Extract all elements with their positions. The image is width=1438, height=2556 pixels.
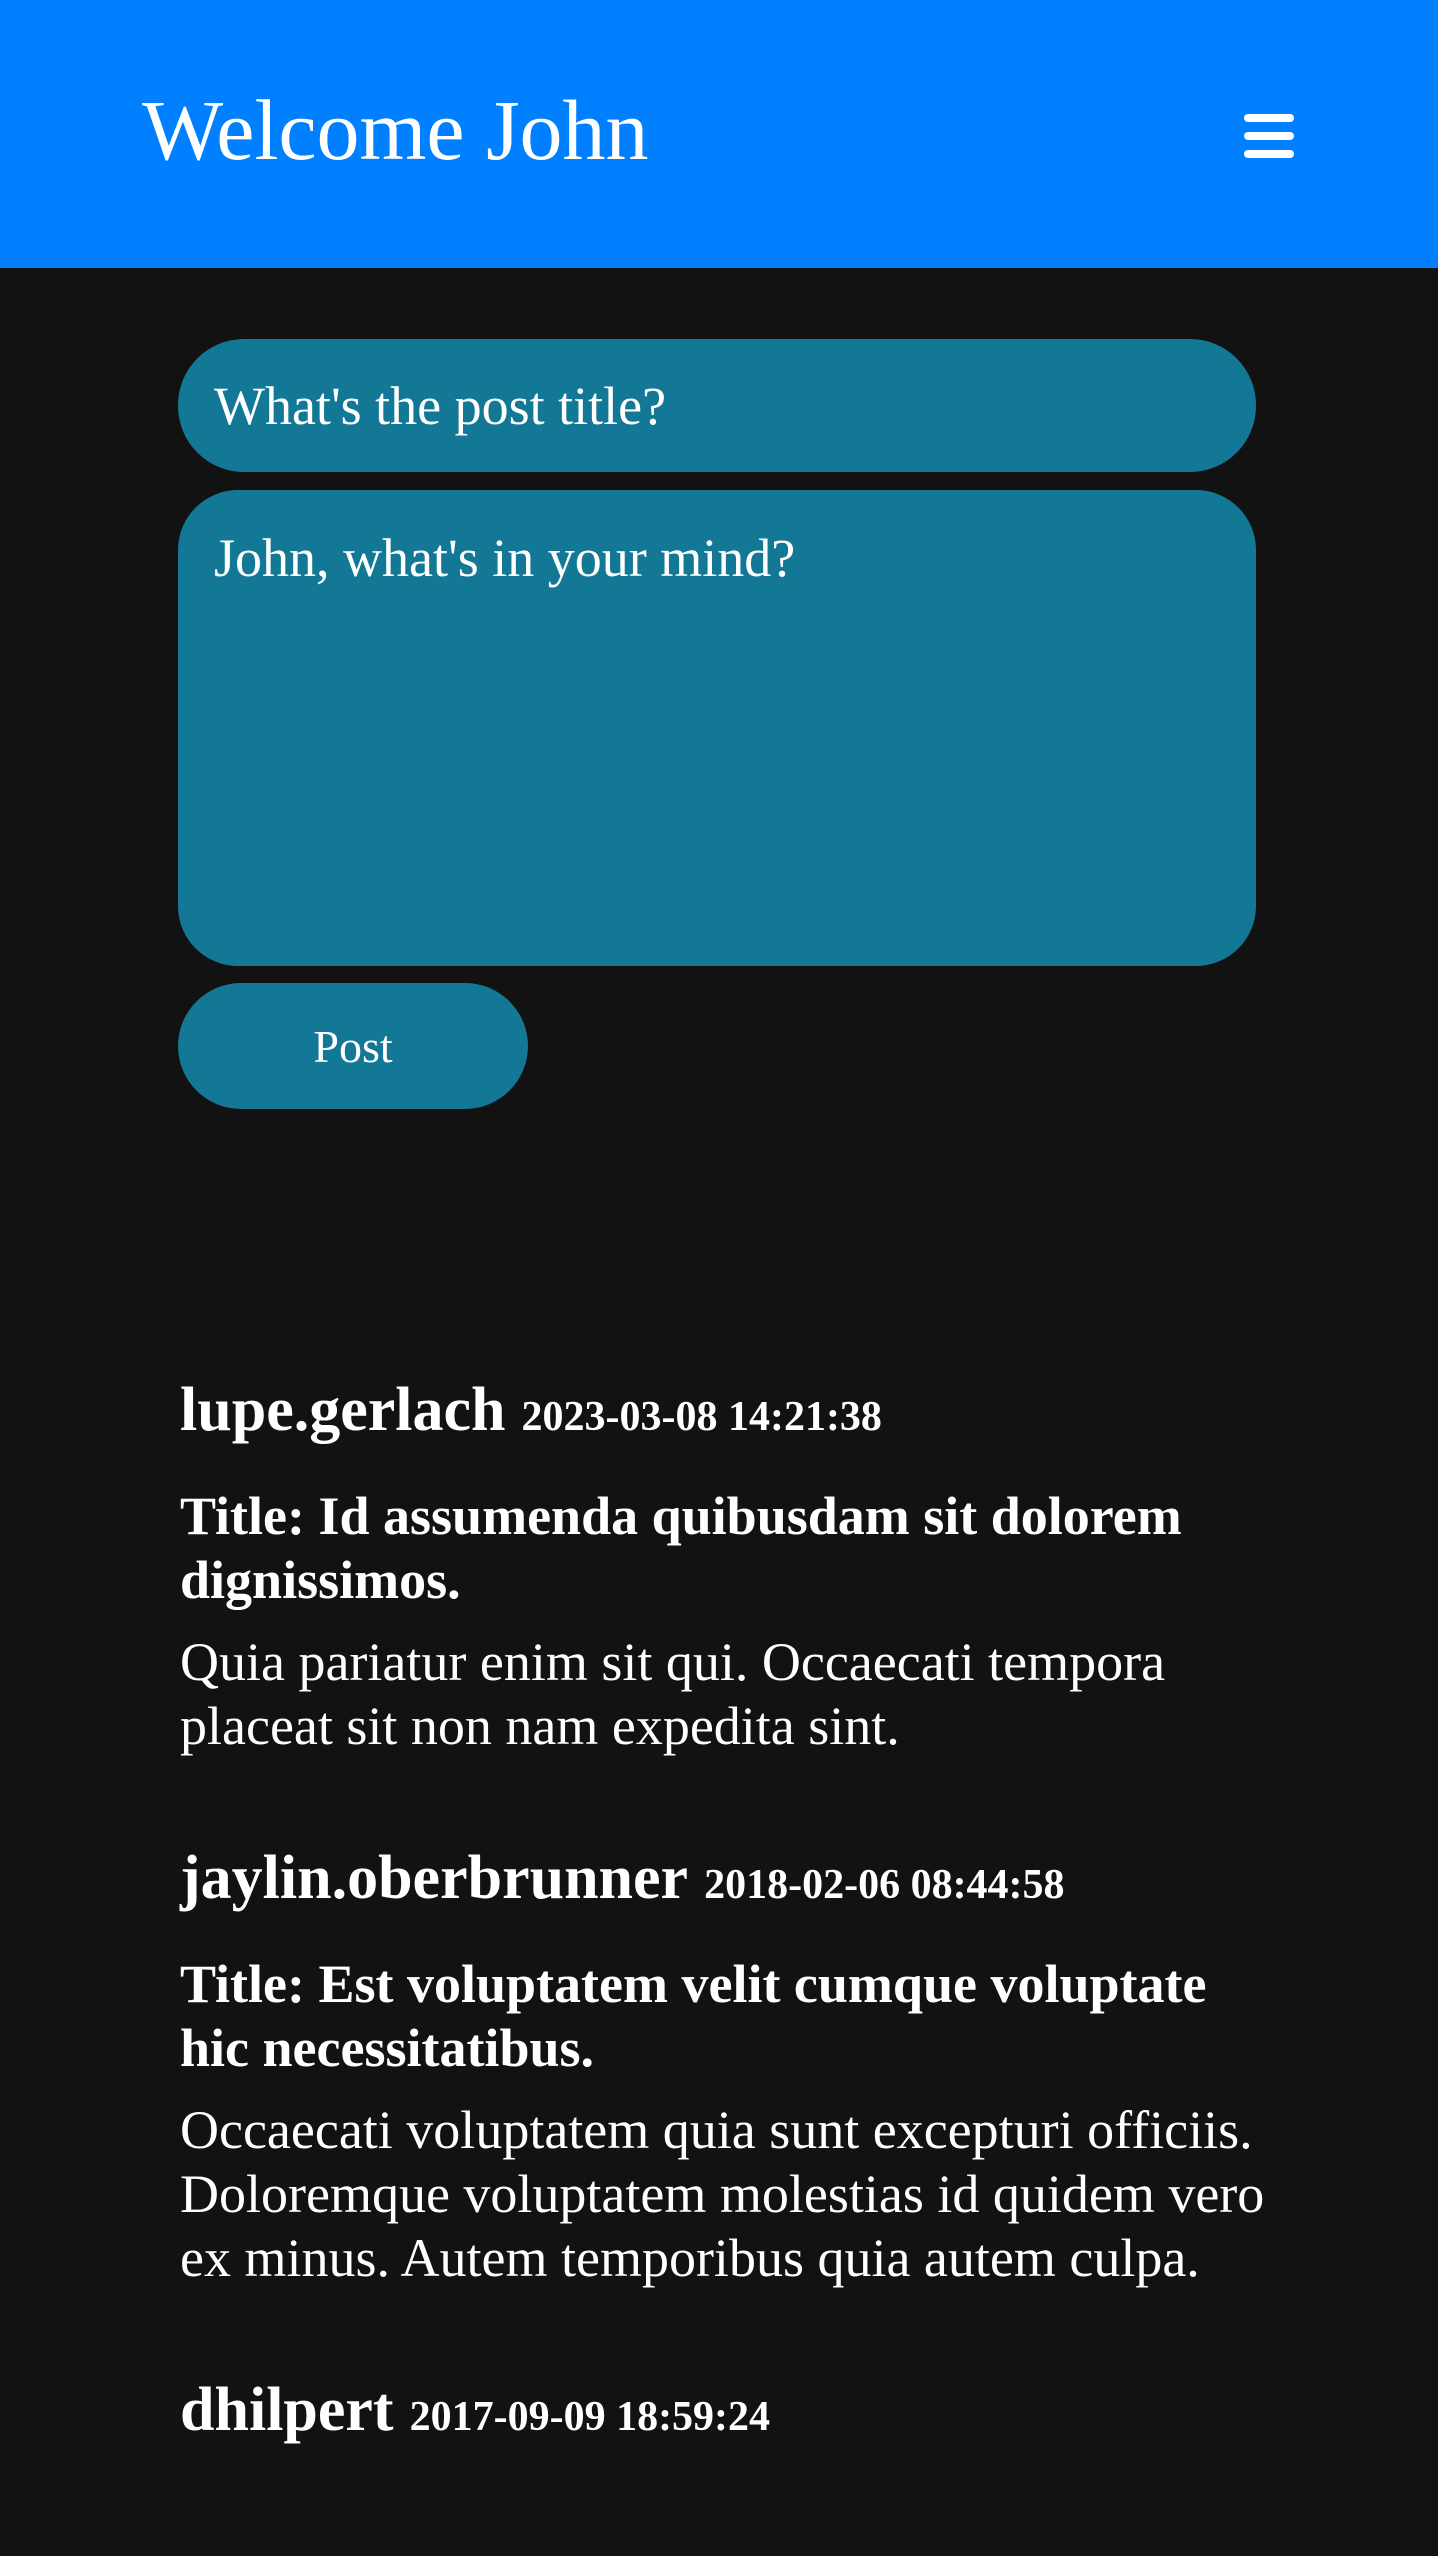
post-author[interactable]: dhilpert (180, 2376, 394, 2444)
post-date: 2017-09-09 18:59:24 (409, 2394, 771, 2440)
post-meta: jaylin.oberbrunner 2018-02-06 08:44:58 (180, 1838, 1270, 1934)
post-meta: dhilpert 2017-09-09 18:59:24 (180, 2370, 1270, 2466)
hamburger-menu-icon[interactable] (1244, 112, 1294, 160)
post-date: 2018-02-06 08:44:58 (704, 1862, 1065, 1908)
page-title: Welcome John (142, 82, 649, 178)
post-body-textarea[interactable] (178, 490, 1256, 966)
menu-icon-bar (1244, 114, 1294, 122)
top-bar: Welcome John (0, 0, 1438, 268)
post-item: dhilpert 2017-09-09 18:59:24 (180, 2370, 1270, 2466)
post-body: Quia pariatur enim sit qui. Occaecati te… (180, 1632, 1166, 1756)
post-date: 2023-03-08 14:21:38 (521, 1394, 882, 1440)
post-item: jaylin.oberbrunner 2018-02-06 08:44:58 T… (180, 1838, 1270, 2290)
post-body: Occaecati voluptatem quia sunt excepturi… (180, 2100, 1265, 2288)
post-title: Title: Id assumenda quibusdam sit dolore… (180, 1486, 1182, 1610)
post-button[interactable]: Post (178, 983, 528, 1109)
post-author[interactable]: lupe.gerlach (180, 1376, 505, 1444)
post-feed: lupe.gerlach 2023-03-08 14:21:38 Title: … (180, 1370, 1270, 2546)
post-title: Title: Est voluptatem velit cumque volup… (180, 1954, 1207, 2078)
post-title-input[interactable] (178, 339, 1256, 472)
post-item: lupe.gerlach 2023-03-08 14:21:38 Title: … (180, 1370, 1270, 1758)
menu-icon-bar (1244, 132, 1294, 140)
post-meta: lupe.gerlach 2023-03-08 14:21:38 (180, 1370, 1270, 1466)
menu-icon-bar (1244, 150, 1294, 158)
post-author[interactable]: jaylin.oberbrunner (180, 1844, 688, 1912)
